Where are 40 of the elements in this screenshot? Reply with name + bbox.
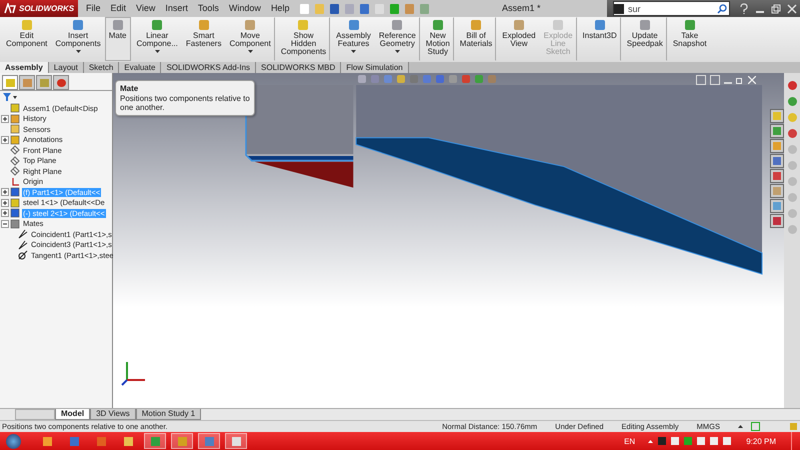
window-title: Assem1 * [435, 0, 607, 17]
ribbon-button[interactable]: Take Snapshot [668, 17, 711, 61]
menu-item[interactable]: File [78, 0, 106, 17]
clock: 9:20 PM [746, 436, 776, 446]
ribbon-button[interactable]: Mate [104, 17, 131, 61]
menu-item[interactable]: Window [224, 0, 266, 17]
menu-item[interactable]: Help [266, 0, 294, 17]
ribbon-button[interactable]: Reference Geometry [374, 17, 420, 61]
ribbon-button[interactable]: Edit Component [2, 17, 52, 61]
model-tab[interactable]: Motion Study 1 [136, 409, 202, 420]
ribbon-button[interactable]: Update Speedpak [622, 17, 667, 61]
model-tab[interactable]: 3D Views [90, 409, 136, 420]
command-tab[interactable]: Sketch [84, 62, 120, 73]
command-tab[interactable]: SOLIDWORKS Add-Ins [161, 62, 256, 73]
command-tab[interactable]: Layout [48, 62, 84, 73]
search-field[interactable]: sur [613, 1, 730, 16]
command-tab[interactable]: Evaluate [119, 62, 162, 73]
ribbon-button[interactable]: Insert Components [51, 17, 105, 61]
ribbon-button[interactable]: New Motion Study [422, 17, 454, 61]
command-tab[interactable]: SOLIDWORKS MBD [256, 62, 342, 73]
tooltip-title: Mate [120, 84, 140, 93]
menu-item[interactable]: Edit [106, 0, 132, 17]
ribbon-button[interactable]: Exploded View [498, 17, 540, 61]
ribbon-button[interactable]: Bill of Materials [456, 17, 496, 61]
ribbon-button[interactable]: Linear Compone... [132, 17, 182, 61]
ribbon-button[interactable]: Smart Fasteners [182, 17, 226, 61]
logo-text: SOLIDWORKS [19, 4, 74, 13]
menu-item[interactable]: Tools [192, 0, 224, 17]
search-value: sur [628, 4, 642, 14]
model-tab[interactable]: Model [55, 409, 90, 420]
ribbon-button[interactable]: Show Hidden Components [276, 17, 330, 61]
command-tab[interactable]: Flow Simulation [341, 62, 409, 73]
menu-item[interactable]: Insert [160, 0, 193, 17]
ribbon-button[interactable]: Assembly Features [332, 17, 375, 61]
command-tab[interactable]: Assembly [0, 62, 49, 73]
ribbon-button[interactable]: Instant3D [578, 17, 621, 61]
menu-item[interactable]: View [131, 0, 160, 17]
language-indicator[interactable]: EN [624, 436, 636, 446]
tooltip-text: Positions two components relative to one another. [120, 94, 250, 112]
ribbon-button[interactable]: Move Component [225, 17, 275, 61]
